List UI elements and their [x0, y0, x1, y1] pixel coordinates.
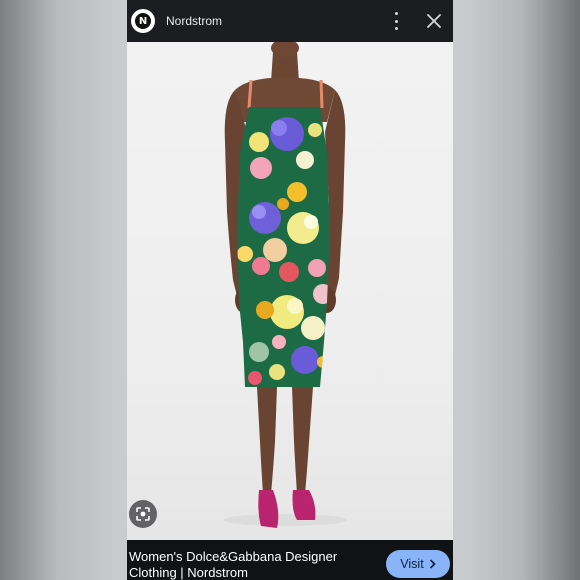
visit-button[interactable]: Visit: [386, 550, 450, 578]
top-bar: N Nordstrom: [127, 0, 453, 42]
chevron-right-icon: [429, 559, 436, 569]
close-icon[interactable]: [427, 14, 441, 28]
more-vert-icon[interactable]: [389, 12, 403, 30]
site-name[interactable]: Nordstrom: [166, 14, 222, 28]
visit-label: Visit: [400, 557, 424, 571]
product-image[interactable]: [127, 42, 453, 540]
image-viewer: N Nordstrom Women's Dolce&Gabbana Design…: [127, 0, 453, 580]
model-illustration: [223, 42, 347, 528]
result-title[interactable]: Women's Dolce&Gabbana Designer Clothing …: [129, 549, 374, 580]
google-lens-icon[interactable]: [129, 500, 157, 528]
logo-letter: N: [135, 13, 151, 29]
nordstrom-logo: N: [131, 9, 155, 33]
